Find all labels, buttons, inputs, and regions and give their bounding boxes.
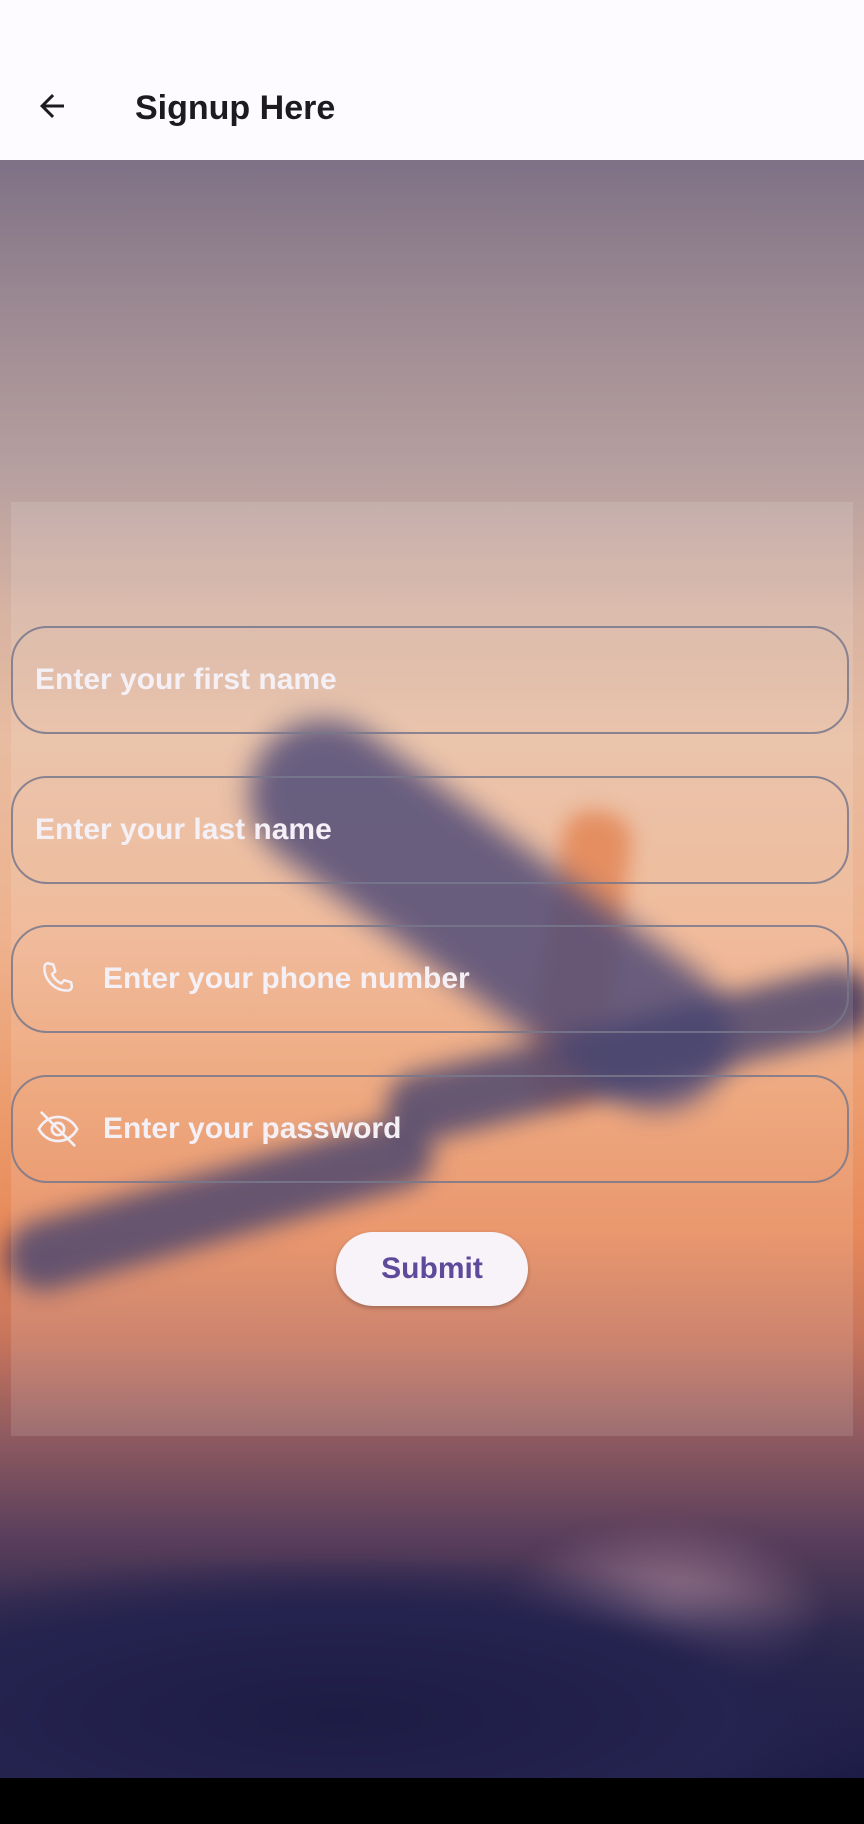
system-navigation-bar <box>0 1778 864 1824</box>
back-button[interactable] <box>24 80 80 136</box>
app-bar: Signup Here <box>0 56 864 160</box>
phone-placeholder: Enter your phone number <box>103 962 470 995</box>
last-name-placeholder: Enter your last name <box>35 813 332 846</box>
page-title: Signup Here <box>135 89 336 127</box>
password-placeholder: Enter your password <box>103 1112 402 1145</box>
password-field[interactable]: Enter your password <box>11 1075 849 1183</box>
status-bar <box>0 0 864 56</box>
phone-field[interactable]: Enter your phone number <box>11 925 849 1033</box>
arrow-left-icon <box>34 88 70 129</box>
eye-off-icon[interactable] <box>35 1106 81 1152</box>
last-name-field[interactable]: Enter your last name <box>11 776 849 884</box>
phone-icon <box>35 956 81 1002</box>
first-name-field[interactable]: Enter your first name <box>11 626 849 734</box>
submit-button[interactable]: Submit <box>336 1232 528 1306</box>
first-name-placeholder: Enter your first name <box>35 663 337 696</box>
